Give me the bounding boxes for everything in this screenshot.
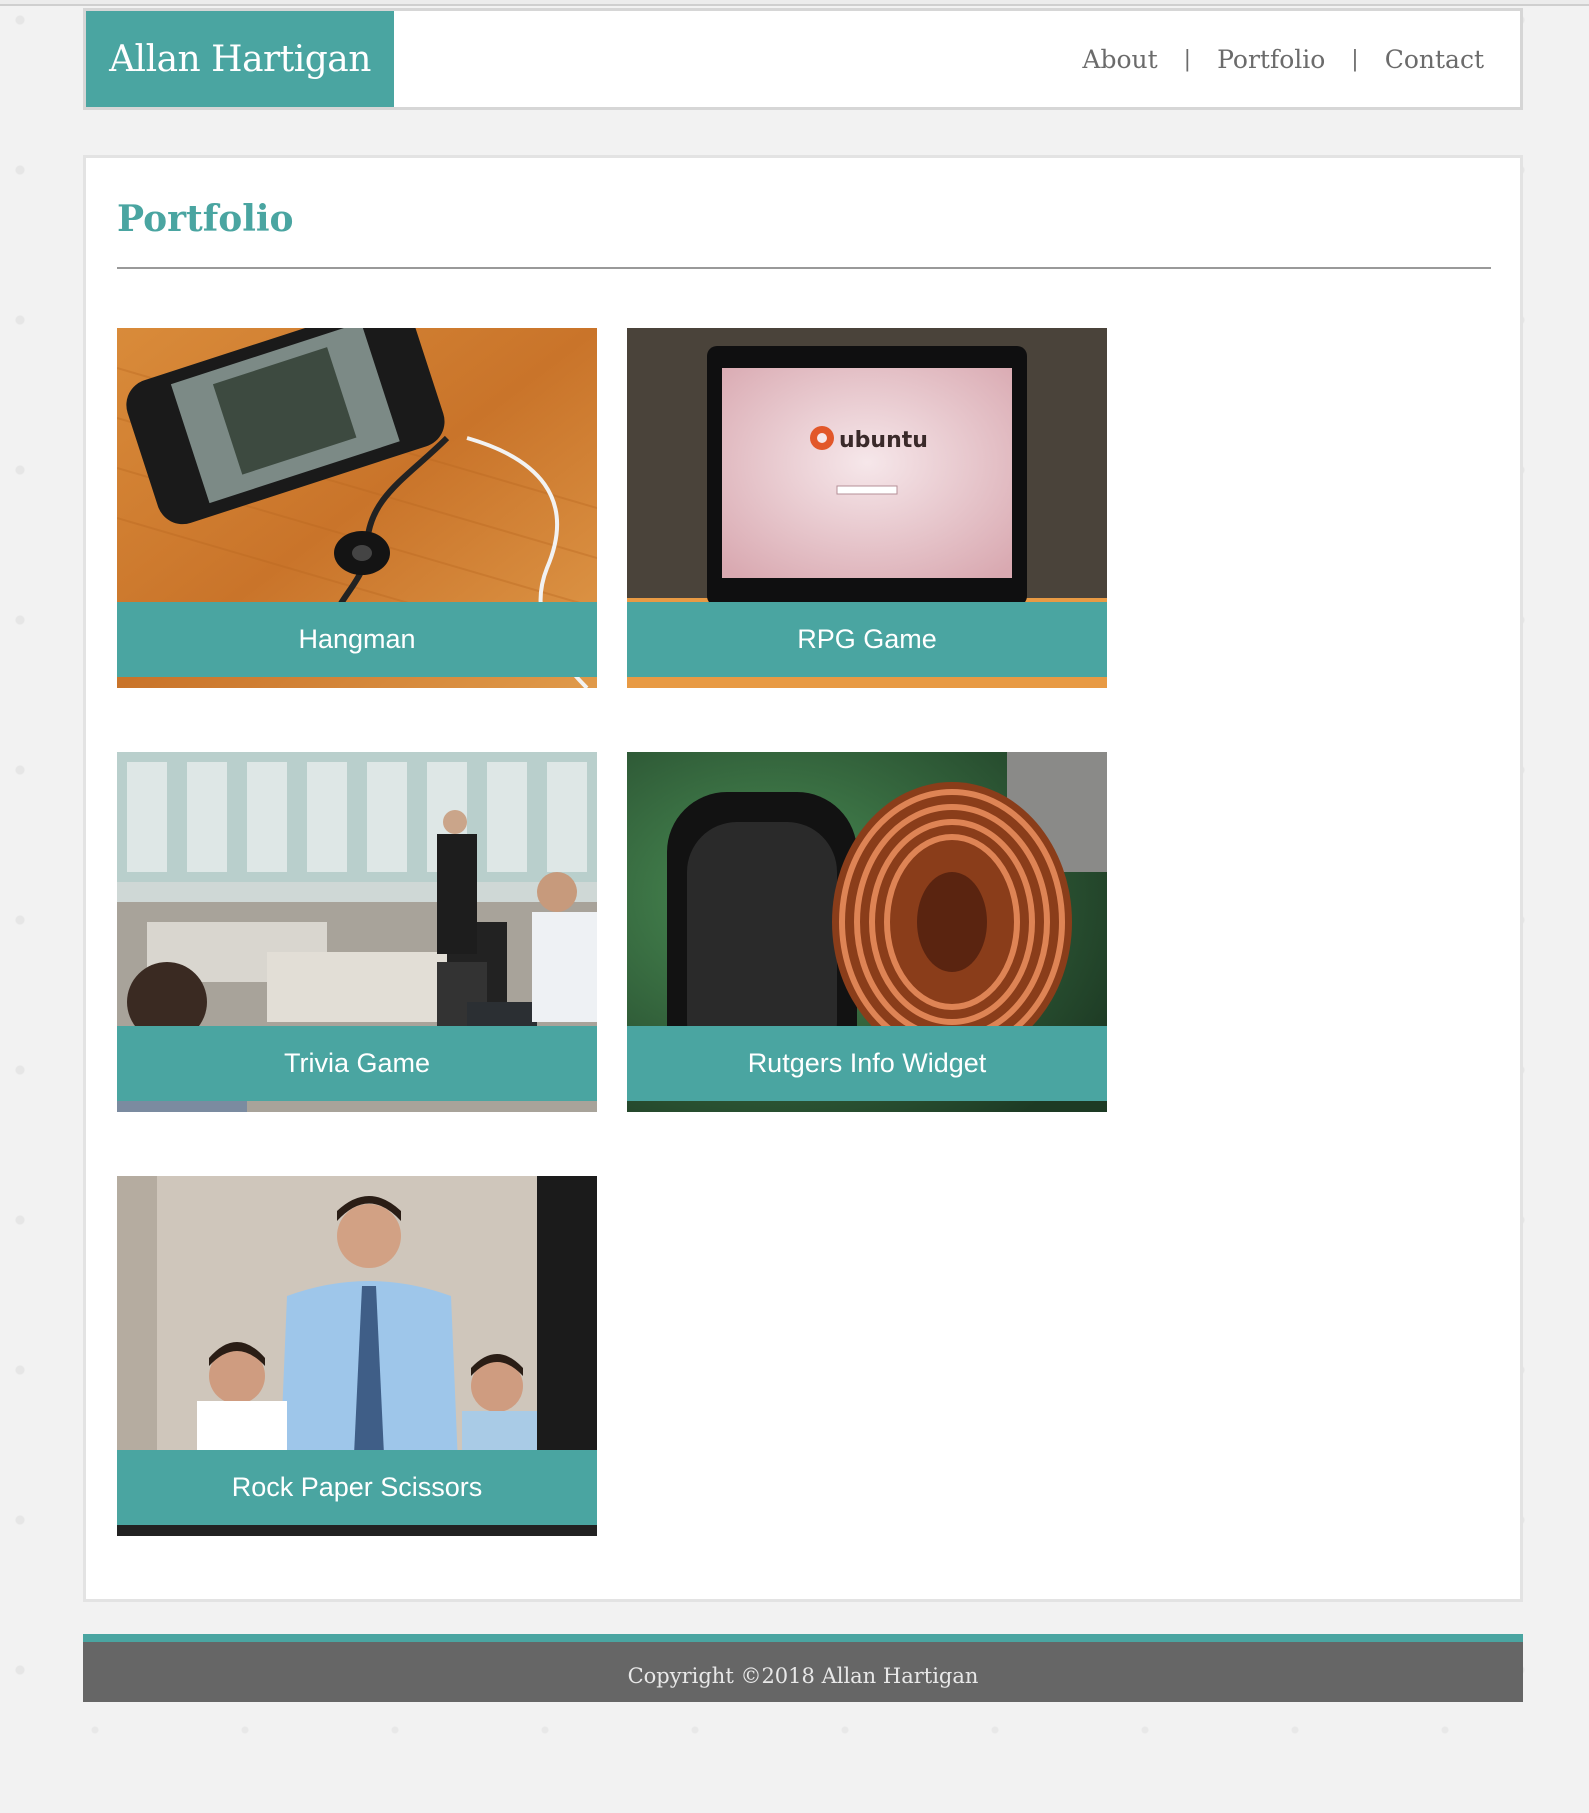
site-brand[interactable]: Allan Hartigan xyxy=(86,11,394,107)
nav-link-portfolio[interactable]: Portfolio xyxy=(1217,45,1325,74)
nav-separator: | xyxy=(1183,46,1192,72)
page-title: Portfolio xyxy=(117,198,294,240)
portfolio-section: Portfolio Hangman ubuntu RPG Game Trivia… xyxy=(83,155,1523,1602)
title-divider xyxy=(117,267,1491,269)
site-header: Allan Hartigan About | Portfolio | Conta… xyxy=(83,8,1523,110)
site-footer: Copyright ©2018 Allan Hartigan xyxy=(83,1634,1523,1702)
portfolio-grid: Hangman ubuntu RPG Game Trivia Game Rutg… xyxy=(117,328,1217,1536)
nav-link-about[interactable]: About xyxy=(1082,45,1157,74)
nav-link-contact[interactable]: Contact xyxy=(1385,45,1484,74)
portfolio-card-hangman[interactable]: Hangman xyxy=(117,328,597,688)
project-caption[interactable]: Hangman xyxy=(117,602,597,677)
portfolio-card-rock-paper-scissors[interactable]: Rock Paper Scissors xyxy=(117,1176,597,1536)
project-caption[interactable]: RPG Game xyxy=(627,602,1107,677)
project-caption[interactable]: Rock Paper Scissors xyxy=(117,1450,597,1525)
nav-separator: | xyxy=(1351,46,1359,72)
portfolio-card-trivia-game[interactable]: Trivia Game xyxy=(117,752,597,1112)
copyright-text: Copyright ©2018 Allan Hartigan xyxy=(627,1664,979,1688)
main-nav: About | Portfolio | Contact xyxy=(1082,11,1484,107)
project-caption[interactable]: Trivia Game xyxy=(117,1026,597,1101)
ubuntu-logo-text: ubuntu xyxy=(839,428,928,453)
portfolio-card-rpg-game[interactable]: ubuntu RPG Game xyxy=(627,328,1107,688)
project-caption[interactable]: Rutgers Info Widget xyxy=(627,1026,1107,1101)
top-border xyxy=(0,0,1589,6)
portfolio-card-rutgers-info-widget[interactable]: Rutgers Info Widget xyxy=(627,752,1107,1112)
